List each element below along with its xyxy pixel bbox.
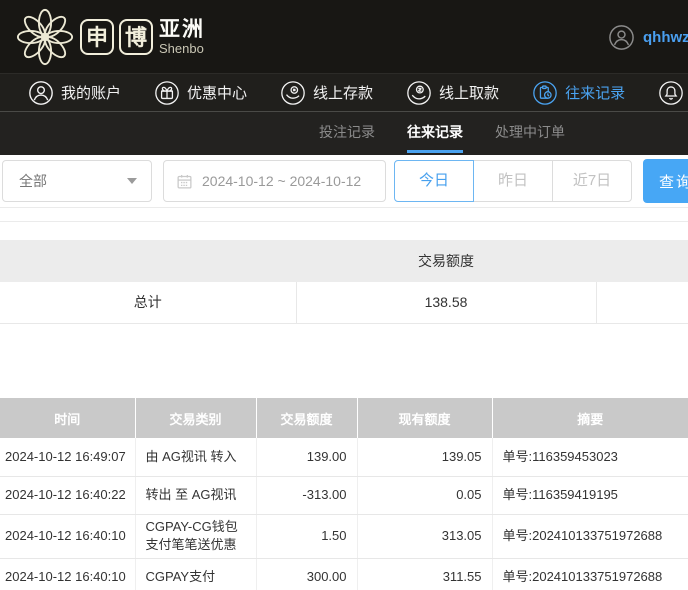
summary-total-label: 总计 <box>0 282 297 324</box>
quick-range-last7days[interactable]: 近7日 <box>552 160 632 202</box>
cell-amount: 1.50 <box>256 514 358 559</box>
nav-item-online-withdraw[interactable]: 线上取款 <box>406 80 499 106</box>
filter-bar: 全部 2024-10-12 ~ 2024-10-12 今日 昨日 近7日 查询 <box>0 155 688 208</box>
summary-table: 交易额度 总计 138.58 <box>0 240 688 324</box>
brand-name-boxes: 申 博 <box>80 19 153 55</box>
nav-item-label: 线上存款 <box>313 85 374 102</box>
summary-header-amount: 交易额度 <box>296 240 596 282</box>
records-icon <box>533 80 557 105</box>
nav-item-promotions[interactable]: 优惠中心 <box>154 80 247 106</box>
col-header-memo: 摘要 <box>492 398 688 438</box>
search-button[interactable]: 查询 <box>643 159 688 203</box>
quick-range-today[interactable]: 今日 <box>394 160 474 202</box>
filter-divider <box>0 208 688 222</box>
col-header-type: 交易类别 <box>135 398 257 438</box>
gift-icon <box>155 80 179 105</box>
calendar-icon <box>177 174 192 189</box>
brand-region-label: 亚洲 <box>159 17 205 41</box>
nav-item-label: 线上取款 <box>439 85 500 102</box>
username-label: qhhwz <box>643 29 688 46</box>
cell-time: 2024-10-12 16:40:22 <box>0 476 136 515</box>
cell-balance: 311.55 <box>357 558 493 590</box>
tab-processing-orders[interactable]: 处理中订单 <box>495 112 565 155</box>
nav-item-label: 我的账户 <box>61 85 122 102</box>
user-avatar-icon <box>609 25 634 50</box>
date-range-input[interactable]: 2024-10-12 ~ 2024-10-12 <box>163 160 386 202</box>
table-row: 2024-10-12 16:40:10 CGPAY-CG钱包支付笔笔送优惠 1.… <box>0 514 688 559</box>
flower-logo-icon <box>16 8 74 66</box>
quick-range-group: 今日 昨日 近7日 <box>394 160 632 202</box>
summary-empty-cell <box>596 282 688 324</box>
cell-amount: -313.00 <box>256 476 358 515</box>
cell-balance: 139.05 <box>357 438 493 477</box>
cell-type: 转出 至 AG视讯 <box>135 476 257 515</box>
table-row: 2024-10-12 16:40:22 转出 至 AG视讯 -313.00 0.… <box>0 476 688 515</box>
cell-amount: 300.00 <box>256 558 358 590</box>
cell-memo: 单号:202410133751972688 <box>492 514 688 559</box>
tab-betting-records[interactable]: 投注记录 <box>319 112 375 155</box>
cell-amount: 139.00 <box>256 438 358 477</box>
summary-header-row: 交易额度 <box>0 240 688 282</box>
brand-char-shen: 申 <box>80 19 114 55</box>
records-subnav: 投注记录 往来记录 处理中订单 <box>0 112 688 155</box>
cell-time: 2024-10-12 16:40:10 <box>0 514 136 559</box>
nav-item-announcements[interactable] <box>658 80 684 106</box>
user-account-area[interactable]: qhhwz <box>608 24 688 51</box>
table-row: 2024-10-12 16:49:07 由 AG视讯 转入 139.00 139… <box>0 438 688 477</box>
table-row: 2024-10-12 16:40:10 CGPAY支付 300.00 311.5… <box>0 558 688 590</box>
user-icon <box>29 80 53 105</box>
summary-total-row: 总计 138.58 <box>0 282 688 324</box>
summary-header-empty <box>596 240 688 282</box>
date-range-value: 2024-10-12 ~ 2024-10-12 <box>202 173 362 189</box>
brand-logo[interactable]: 申 博 亚洲 Shenbo <box>14 6 205 68</box>
chevron-down-icon <box>127 178 137 184</box>
quick-range-yesterday[interactable]: 昨日 <box>473 160 553 202</box>
tab-transaction-records[interactable]: 往来记录 <box>407 112 463 155</box>
cell-type: 由 AG视讯 转入 <box>135 438 257 477</box>
cell-memo: 单号:116359419195 <box>492 476 688 515</box>
cell-balance: 0.05 <box>357 476 493 515</box>
nav-item-transaction-records[interactable]: 往来记录 <box>532 80 625 106</box>
cell-type: CGPAY支付 <box>135 558 257 590</box>
cell-balance: 313.05 <box>357 514 493 559</box>
main-nav: 我的账户 优惠中心 线上存款 线上取款 往来记录 <box>0 73 688 112</box>
nav-item-label: 优惠中心 <box>187 85 248 102</box>
bell-icon <box>659 80 683 105</box>
brand-latin-label: Shenbo <box>159 40 204 56</box>
brand-char-bo: 博 <box>119 19 153 55</box>
summary-header-empty <box>0 240 296 282</box>
top-header: 申 博 亚洲 Shenbo qhhwz <box>0 0 688 73</box>
cell-time: 2024-10-12 16:40:10 <box>0 558 136 590</box>
category-select[interactable]: 全部 <box>2 160 152 202</box>
cell-memo: 单号:202410133751972688 <box>492 558 688 590</box>
withdraw-icon <box>407 80 431 105</box>
transaction-records-page: 申 博 亚洲 Shenbo qhhwz 我的账户 优惠中心 线上存款 线上取款 … <box>0 0 688 590</box>
col-header-amount: 交易额度 <box>256 398 358 438</box>
col-header-time: 时间 <box>0 398 136 438</box>
summary-total-value: 138.58 <box>296 282 597 324</box>
deposit-icon <box>281 80 305 105</box>
nav-item-online-deposit[interactable]: 线上存款 <box>280 80 373 106</box>
cell-memo: 单号:116359453023 <box>492 438 688 477</box>
nav-item-my-account[interactable]: 我的账户 <box>28 80 121 106</box>
cell-type: CGPAY-CG钱包支付笔笔送优惠 <box>135 514 257 559</box>
nav-item-label: 往来记录 <box>565 85 626 102</box>
transactions-table: 时间 交易类别 交易额度 现有额度 摘要 2024-10-12 16:49:07… <box>0 398 688 590</box>
table-header-row: 时间 交易类别 交易额度 现有额度 摘要 <box>0 398 688 438</box>
col-header-balance: 现有额度 <box>357 398 493 438</box>
cell-time: 2024-10-12 16:49:07 <box>0 438 136 477</box>
category-select-value: 全部 <box>19 173 47 189</box>
